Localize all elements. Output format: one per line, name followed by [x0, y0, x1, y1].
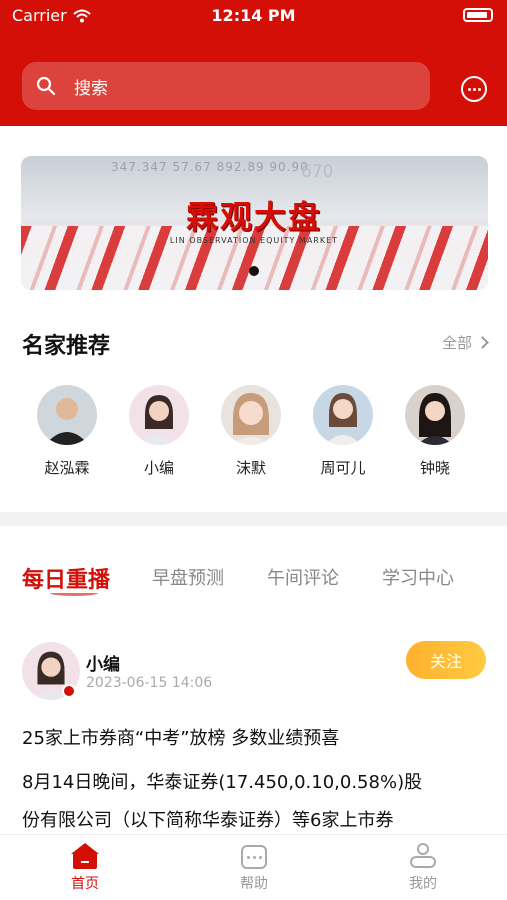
chat-help-icon — [241, 845, 267, 869]
banner-logo: 霖观大盘 LIN OBSERVATION EQUITY MARKET — [159, 192, 349, 256]
section-divider — [0, 512, 507, 526]
avatar — [37, 385, 97, 445]
tab-learning-center[interactable]: 学习中心 — [382, 564, 454, 590]
expert-item[interactable]: 赵泓霖 — [27, 385, 107, 478]
home-icon — [71, 843, 99, 869]
expert-name: 小编 — [143, 459, 174, 477]
expert-name: 沫默 — [235, 459, 266, 477]
banner-ticker: 347.347 57.67 892.89 90.90 — [111, 160, 309, 174]
tab-noon-review[interactable]: 午间评论 — [267, 564, 339, 590]
search-bar[interactable]: 搜索 — [22, 62, 430, 110]
content-tabs: 每日重播 早盘预测 午间评论 学习中心 — [22, 560, 492, 600]
tabbar-help-label: 帮助 — [240, 876, 268, 892]
expert-item[interactable]: 小编 — [119, 385, 199, 478]
expert-item[interactable]: 沫默 — [211, 385, 291, 478]
expert-item[interactable]: 钟晓 — [395, 385, 475, 478]
search-input[interactable]: 搜索 — [74, 74, 108, 99]
tabbar-me-label: 我的 — [409, 876, 437, 892]
expert-name: 赵泓霖 — [44, 459, 90, 477]
tab-morning-forecast[interactable]: 早盘预测 — [152, 564, 224, 590]
banner-carousel[interactable]: 347.347 57.67 892.89 90.90 670 霖观大盘 LIN … — [21, 156, 488, 290]
experts-view-all[interactable]: 全部 — [441, 332, 489, 353]
experts-section-title: 名家推荐 — [22, 334, 111, 359]
tabbar-home[interactable]: 首页 — [45, 843, 125, 893]
banner-title-cn: 霖观大盘 — [185, 198, 322, 236]
tabbar-help[interactable]: 帮助 — [214, 843, 294, 893]
message-icon[interactable] — [461, 76, 487, 102]
bottom-tab-bar: 首页 帮助 我的 — [0, 834, 507, 900]
expert-item[interactable]: 周可儿 — [303, 385, 383, 478]
chevron-right-icon — [476, 336, 489, 349]
post-author-name[interactable]: 小编 — [86, 650, 120, 675]
verified-badge-icon — [62, 684, 76, 698]
active-tab-indicator — [50, 590, 98, 596]
header: 搜索 — [0, 32, 507, 126]
follow-button[interactable]: 关注 — [406, 641, 486, 679]
tabbar-home-label: 首页 — [71, 876, 99, 892]
expert-name: 钟晓 — [419, 459, 450, 477]
status-time: 12:14 PM — [211, 6, 296, 25]
view-all-label: 全部 — [441, 334, 472, 352]
avatar — [405, 385, 465, 445]
battery-icon — [463, 8, 493, 22]
post-title[interactable]: 25家上市券商“中考”放榜 多数业绩预喜 — [22, 724, 339, 750]
avatar — [129, 385, 189, 445]
profile-icon — [409, 843, 437, 869]
banner-title-en: LIN OBSERVATION EQUITY MARKET — [169, 236, 339, 245]
banner-ticker-big: 670 — [301, 162, 334, 182]
expert-name: 周可儿 — [320, 459, 366, 477]
status-bar: Carrier 12:14 PM — [0, 0, 507, 32]
search-icon — [36, 76, 56, 96]
post-body-line: 8月14日晚间，华泰证券(17.450,0.10,0.58%)股 — [22, 772, 423, 793]
post-body[interactable]: 8月14日晚间，华泰证券(17.450,0.10,0.58%)股 份有限公司（以… — [22, 764, 492, 840]
avatar — [221, 385, 281, 445]
post-timestamp: 2023-06-15 14:06 — [86, 675, 213, 691]
avatar — [313, 385, 373, 445]
carousel-indicator[interactable] — [249, 266, 259, 276]
tabbar-me[interactable]: 我的 — [383, 843, 463, 893]
